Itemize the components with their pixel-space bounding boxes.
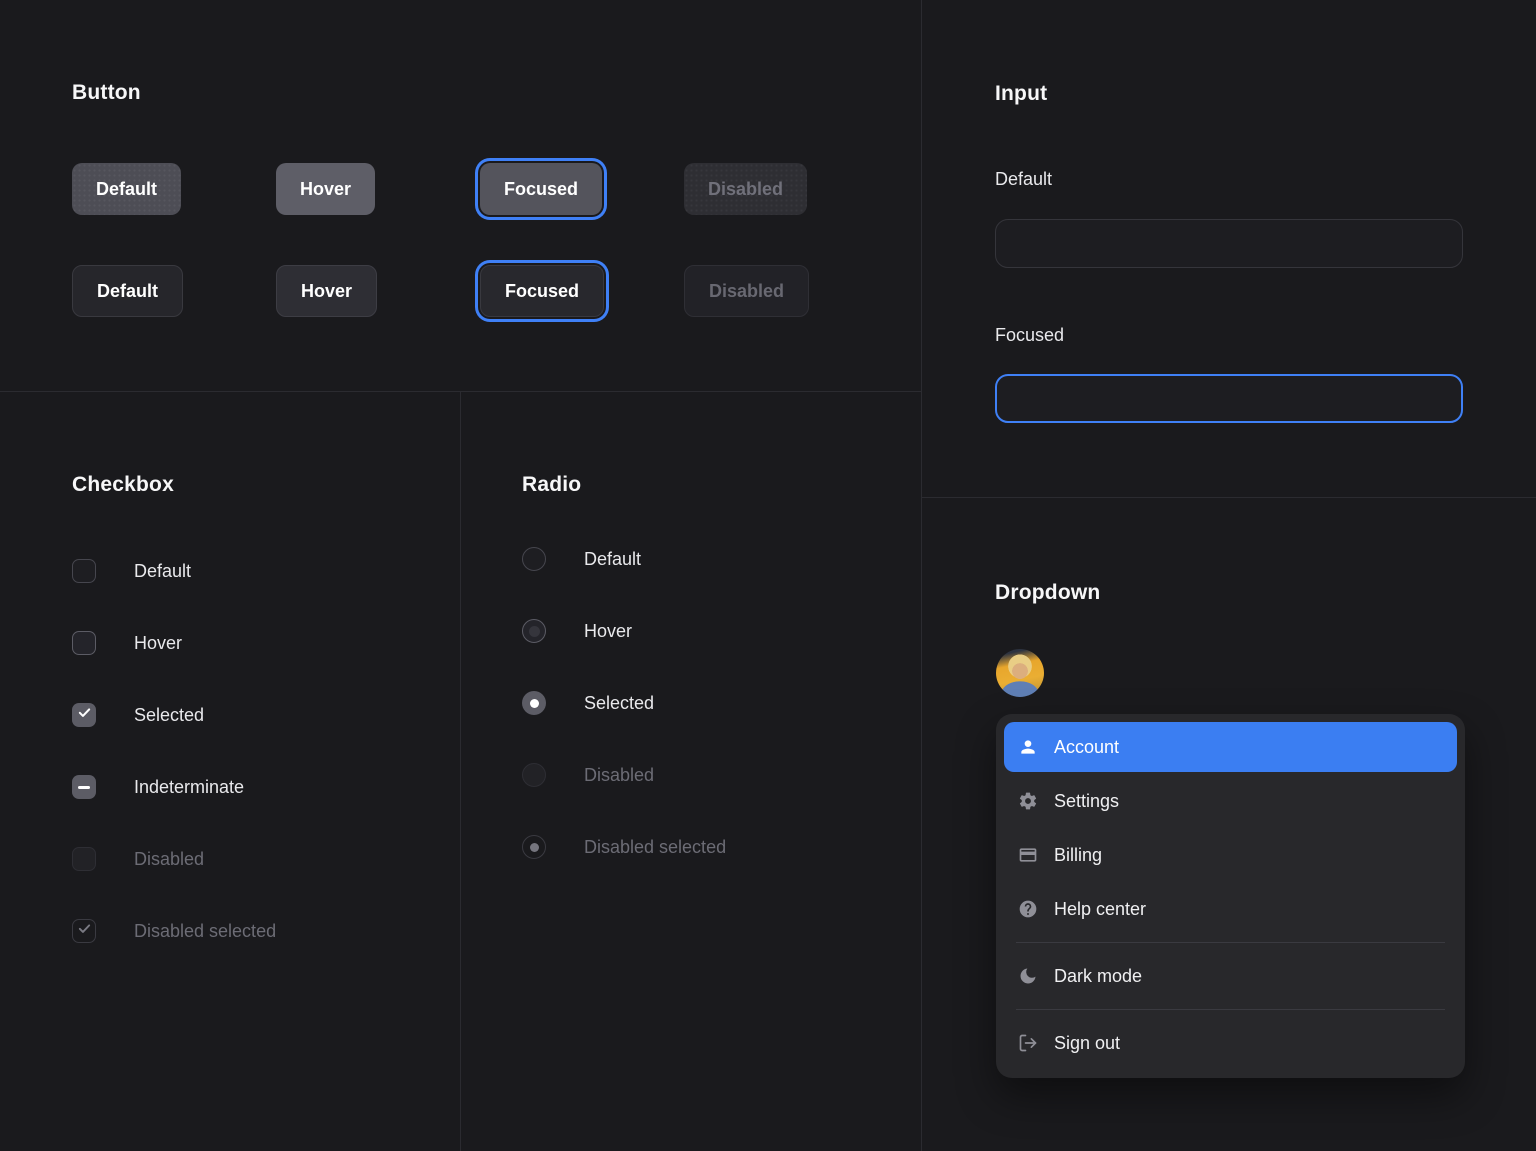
menu-item-label: Dark mode <box>1054 966 1142 987</box>
radio-row-disabled: Disabled <box>522 751 726 799</box>
dropdown-menu: Account Settings Billing Help center <box>996 714 1465 1078</box>
radio-section-title: Radio <box>522 473 581 497</box>
checkbox-row-hover: Hover <box>72 619 276 667</box>
menu-item-label: Settings <box>1054 791 1119 812</box>
radio-hover-label: Hover <box>584 621 632 642</box>
checkbox-hover-label: Hover <box>134 633 182 654</box>
menu-item-help-center[interactable]: Help center <box>1004 882 1457 936</box>
divider-horizontal-right <box>922 497 1536 498</box>
input-default-field[interactable] <box>995 219 1463 268</box>
checkbox-row-selected: Selected <box>72 691 276 739</box>
menu-item-label: Help center <box>1054 899 1146 920</box>
menu-item-settings[interactable]: Settings <box>1004 774 1457 828</box>
checkbox-row-default: Default <box>72 547 276 595</box>
button-ghost-focused[interactable]: Focused <box>480 265 604 317</box>
checkbox-disabled-selected[interactable] <box>72 919 96 943</box>
dropdown-section-title: Dropdown <box>995 581 1100 605</box>
radio-default-label: Default <box>584 549 641 570</box>
button-ghost-hover[interactable]: Hover <box>276 265 377 317</box>
checkbox-default[interactable] <box>72 559 96 583</box>
checkbox-disabled-label: Disabled <box>134 849 204 870</box>
menu-item-label: Account <box>1054 737 1119 758</box>
checkbox-disabled[interactable] <box>72 847 96 871</box>
button-ghost-disabled[interactable]: Disabled <box>684 265 809 317</box>
button-ghost-default[interactable]: Default <box>72 265 183 317</box>
menu-item-sign-out[interactable]: Sign out <box>1004 1016 1457 1070</box>
radio-row-hover: Hover <box>522 607 726 655</box>
radio-row-default: Default <box>522 535 726 583</box>
radio-disabled-label: Disabled <box>584 765 654 786</box>
input-section-title: Input <box>995 82 1047 106</box>
button-solid-hover[interactable]: Hover <box>276 163 375 215</box>
checkbox-row-disabled: Disabled <box>72 835 276 883</box>
checkbox-indeterminate-label: Indeterminate <box>134 777 244 798</box>
radio-disabled[interactable] <box>522 763 546 787</box>
checkbox-list: Default Hover Selected Indeterminate Dis… <box>72 547 276 979</box>
moon-icon <box>1018 966 1038 986</box>
input-focused-field[interactable] <box>995 374 1463 423</box>
radio-hover[interactable] <box>522 619 546 643</box>
radio-list: Default Hover Selected Disabled Disabled… <box>522 535 726 895</box>
sign-out-icon <box>1018 1033 1038 1053</box>
checkmark-icon <box>77 705 92 725</box>
menu-item-dark-mode[interactable]: Dark mode <box>1004 949 1457 1003</box>
user-avatar[interactable] <box>996 649 1044 697</box>
radio-default[interactable] <box>522 547 546 571</box>
menu-item-billing[interactable]: Billing <box>1004 828 1457 882</box>
component-gallery: Button Default Hover Focused Disabled De… <box>0 0 1536 1151</box>
divider-vertical-mid <box>460 392 461 1151</box>
input-default-label: Default <box>995 169 1052 190</box>
button-solid-default[interactable]: Default <box>72 163 181 215</box>
user-icon <box>1018 737 1038 757</box>
checkbox-row-indeterminate: Indeterminate <box>72 763 276 811</box>
checkbox-selected[interactable] <box>72 703 96 727</box>
radio-selected-label: Selected <box>584 693 654 714</box>
indeterminate-dash-icon <box>78 786 90 789</box>
checkbox-hover[interactable] <box>72 631 96 655</box>
menu-divider <box>1016 1009 1445 1010</box>
gear-icon <box>1018 791 1038 811</box>
checkmark-icon <box>77 921 92 941</box>
checkbox-row-disabled-selected: Disabled selected <box>72 907 276 955</box>
radio-row-selected: Selected <box>522 679 726 727</box>
radio-disabled-selected[interactable] <box>522 835 546 859</box>
checkbox-section-title: Checkbox <box>72 473 174 497</box>
menu-item-label: Billing <box>1054 845 1102 866</box>
radio-disabled-selected-label: Disabled selected <box>584 837 726 858</box>
checkbox-default-label: Default <box>134 561 191 582</box>
credit-card-icon <box>1018 845 1038 865</box>
menu-item-label: Sign out <box>1054 1033 1120 1054</box>
button-solid-focused[interactable]: Focused <box>480 163 602 215</box>
divider-vertical-main <box>921 0 922 1151</box>
checkbox-selected-label: Selected <box>134 705 204 726</box>
button-solid-disabled[interactable]: Disabled <box>684 163 807 215</box>
menu-divider <box>1016 942 1445 943</box>
menu-item-account[interactable]: Account <box>1004 722 1457 772</box>
checkbox-disabled-selected-label: Disabled selected <box>134 921 276 942</box>
help-icon <box>1018 899 1038 919</box>
radio-selected[interactable] <box>522 691 546 715</box>
button-section-title: Button <box>72 81 141 105</box>
input-focused-label: Focused <box>995 325 1064 346</box>
checkbox-indeterminate[interactable] <box>72 775 96 799</box>
radio-row-disabled-selected: Disabled selected <box>522 823 726 871</box>
